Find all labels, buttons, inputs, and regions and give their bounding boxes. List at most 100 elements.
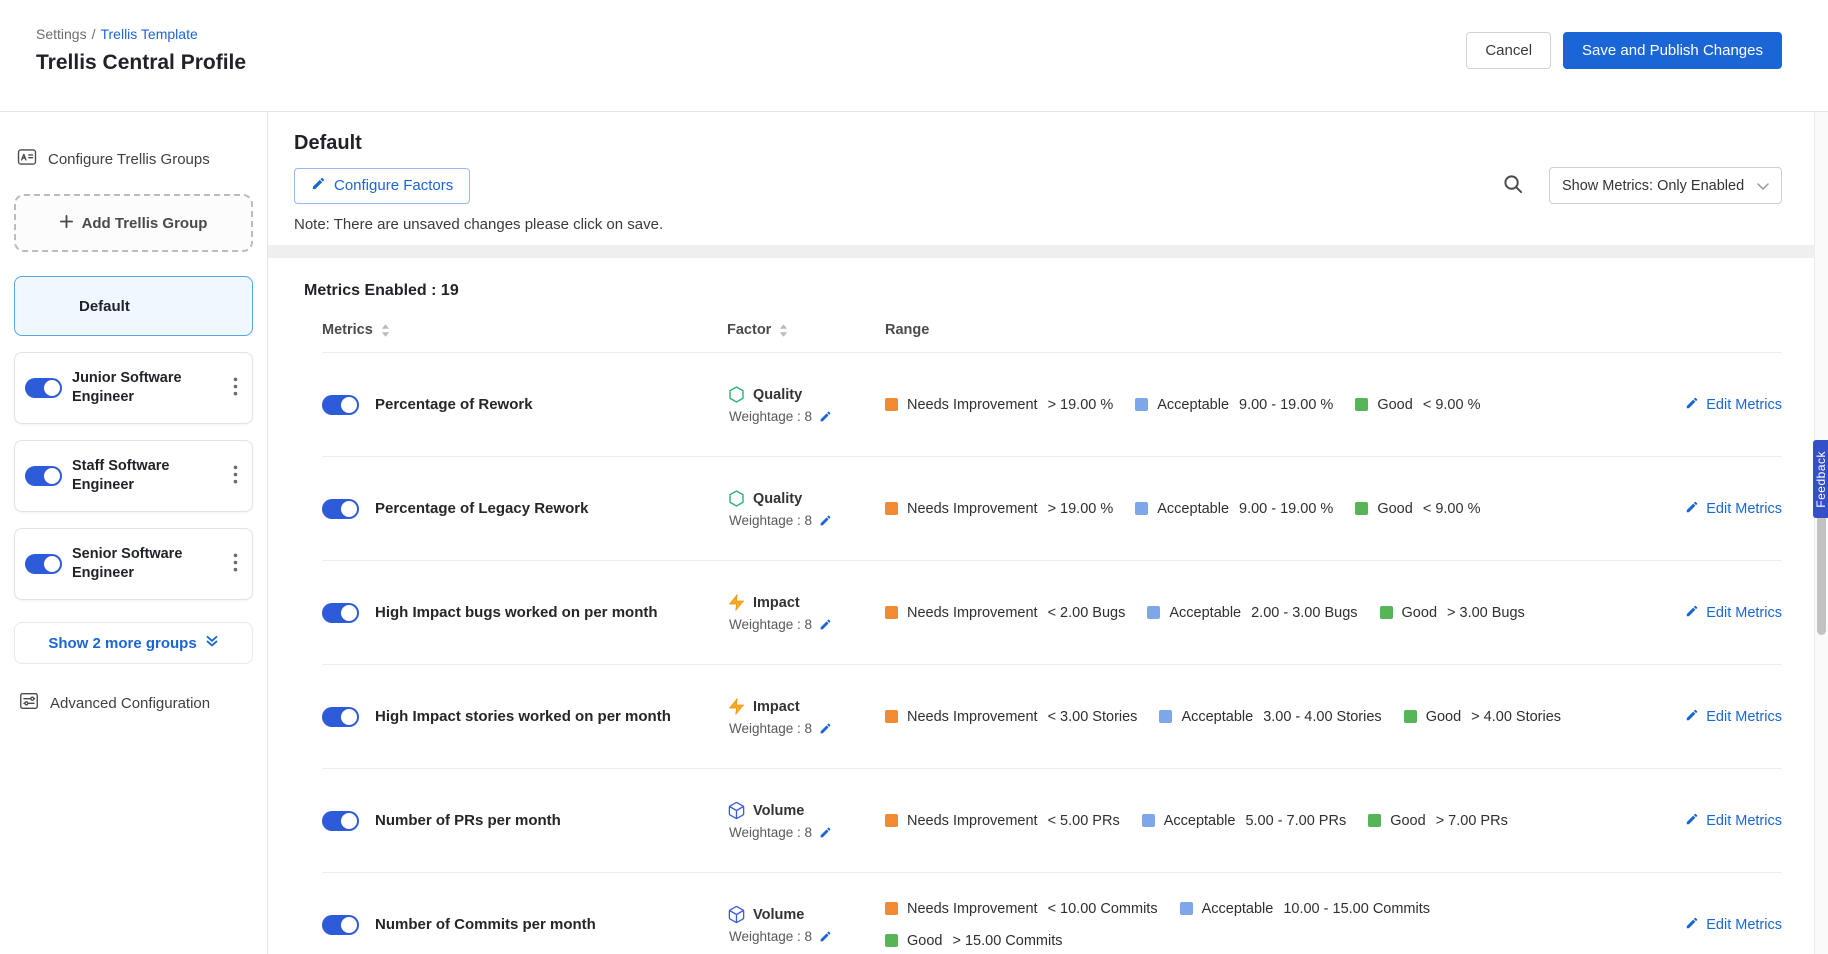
range-value: < 5.00 PRs — [1048, 813, 1120, 829]
cancel-button[interactable]: Cancel — [1466, 32, 1551, 69]
range-value: < 10.00 Commits — [1048, 901, 1158, 917]
edit-metrics-label: Edit Metrics — [1706, 813, 1782, 829]
edit-weightage-icon[interactable] — [819, 722, 832, 735]
range-cell: Needs Improvement < 3.00 Stories Acceptab… — [885, 709, 1665, 725]
metrics-header-label: Metrics — [322, 322, 373, 338]
profile-section-title: Default — [294, 132, 1782, 155]
toggle-knob — [44, 468, 60, 484]
edit-weightage-icon[interactable] — [819, 826, 832, 839]
needs-improvement-swatch — [885, 502, 898, 515]
range-label: Acceptable — [1164, 813, 1236, 829]
metric-toggle[interactable] — [322, 395, 359, 415]
group-menu-button[interactable] — [229, 463, 242, 489]
metric-toggle[interactable] — [322, 603, 359, 623]
edit-metrics-link[interactable]: Edit Metrics — [1685, 396, 1782, 414]
factor-cell: Volume Weightage : 8 — [727, 905, 885, 944]
group-menu-button[interactable] — [229, 375, 242, 401]
group-menu-button[interactable] — [229, 551, 242, 577]
edit-metrics-label: Edit Metrics — [1706, 709, 1782, 725]
controls-row: Configure Factors Show Metrics: Only Ena… — [294, 167, 1782, 204]
range-label: Needs Improvement — [907, 813, 1038, 829]
range-value: < 3.00 Stories — [1048, 709, 1138, 725]
edit-weightage-icon[interactable] — [819, 514, 832, 527]
group-card-senior-software-engineer[interactable]: Senior Software Engineer — [14, 528, 253, 600]
range-label: Good — [1390, 813, 1425, 829]
toggle-knob — [341, 709, 357, 725]
good-swatch — [1355, 398, 1368, 411]
edit-metrics-link[interactable]: Edit Metrics — [1685, 604, 1782, 622]
show-more-groups-label: Show 2 more groups — [48, 635, 196, 652]
main-content: Default Configure Factors Show Metr — [268, 112, 1828, 954]
good-swatch — [885, 934, 898, 947]
main-header: Default Configure Factors Show Metr — [268, 112, 1828, 245]
group-card-staff-software-engineer[interactable]: Staff Software Engineer — [14, 440, 253, 512]
needs-improvement-swatch — [885, 710, 898, 723]
configure-factors-button[interactable]: Configure Factors — [294, 168, 470, 204]
group-card-junior-software-engineer[interactable]: Junior Software Engineer — [14, 352, 253, 424]
configure-trellis-groups-label: Configure Trellis Groups — [48, 151, 210, 168]
range-label: Acceptable — [1202, 901, 1274, 917]
edit-weightage-icon[interactable] — [819, 410, 832, 423]
edit-metrics-label: Edit Metrics — [1706, 917, 1782, 933]
weightage-label: Weightage : 8 — [729, 617, 812, 632]
metric-row: Number of Commits per month Volume Weigh… — [322, 872, 1782, 954]
trellis-groups-icon — [16, 146, 38, 172]
acceptable-swatch — [1180, 902, 1193, 915]
metric-toggle[interactable] — [322, 915, 359, 935]
factor-name: Impact — [753, 595, 800, 611]
show-more-groups-link[interactable]: Show 2 more groups — [14, 622, 253, 664]
toggle-knob — [341, 917, 357, 933]
app-header: Settings/Trellis Template Trellis Centra… — [0, 0, 1828, 112]
group-label: Senior Software Engineer — [72, 545, 219, 583]
sort-factor-button[interactable] — [779, 324, 788, 337]
range-chip-acceptable: Acceptable3.00 - 4.00 Stories — [1159, 709, 1381, 725]
factor-name: Impact — [753, 699, 800, 715]
group-toggle[interactable] — [25, 466, 62, 486]
range-cell: Needs Improvement< 10.00 Commits Accepta… — [885, 901, 1665, 949]
edit-metrics-link[interactable]: Edit Metrics — [1685, 708, 1782, 726]
breadcrumb-trellis-template-link[interactable]: Trellis Template — [100, 26, 197, 42]
feedback-tab[interactable]: Feedback — [1813, 440, 1828, 518]
range-chip-acceptable: Acceptable10.00 - 15.00 Commits — [1180, 901, 1430, 917]
range-label: Acceptable — [1157, 501, 1229, 517]
pencil-icon — [1685, 396, 1699, 414]
edit-metrics-link[interactable]: Edit Metrics — [1685, 812, 1782, 830]
save-and-publish-button[interactable]: Save and Publish Changes — [1563, 32, 1782, 69]
metric-toggle[interactable] — [322, 499, 359, 519]
metric-name: Number of Commits per month — [375, 916, 596, 933]
metric-toggle[interactable] — [322, 707, 359, 727]
sort-metrics-button[interactable] — [381, 324, 390, 337]
volume-cube-icon — [727, 801, 746, 820]
vertical-scrollbar[interactable] — [1814, 112, 1828, 954]
show-metrics-filter-value: Show Metrics: Only Enabled — [1562, 178, 1744, 194]
metric-row: High Impact bugs worked on per month Imp… — [322, 560, 1782, 664]
metric-name: Number of PRs per month — [375, 812, 561, 829]
edit-weightage-icon[interactable] — [819, 618, 832, 631]
group-toggle[interactable] — [25, 554, 62, 574]
actions-cell: Edit Metrics — [1665, 812, 1782, 830]
metric-toggle[interactable] — [322, 811, 359, 831]
pencil-icon — [1685, 812, 1699, 830]
edit-metrics-link[interactable]: Edit Metrics — [1685, 916, 1782, 934]
group-card-default[interactable]: Default — [14, 276, 253, 336]
edit-metrics-link[interactable]: Edit Metrics — [1685, 500, 1782, 518]
range-value: 5.00 - 7.00 PRs — [1245, 813, 1346, 829]
advanced-configuration-icon — [18, 690, 40, 716]
show-metrics-filter-dropdown[interactable]: Show Metrics: Only Enabled — [1549, 167, 1782, 204]
group-toggle[interactable] — [25, 378, 62, 398]
edit-weightage-icon[interactable] — [819, 930, 832, 943]
breadcrumb-settings-link[interactable]: Settings — [36, 26, 87, 42]
range-cell: Needs Improvement> 19.00 % Acceptable9.0… — [885, 397, 1665, 413]
advanced-configuration-link[interactable]: Advanced Configuration — [14, 690, 253, 716]
range-label: Needs Improvement — [907, 709, 1038, 725]
quality-hexagon-icon — [727, 489, 746, 508]
metric-name: High Impact bugs worked on per month — [375, 604, 658, 621]
range-chip-good: Good> 4.00 Stories — [1404, 709, 1561, 725]
add-trellis-group-button[interactable]: Add Trellis Group — [14, 194, 253, 252]
range-label: Good — [1377, 397, 1412, 413]
column-header-factor: Factor — [727, 322, 885, 338]
kebab-menu-icon — [233, 377, 238, 399]
search-button[interactable] — [1499, 170, 1527, 201]
toggle-knob — [341, 397, 357, 413]
metric-row: Percentage of Rework Quality Weightage :… — [322, 352, 1782, 456]
